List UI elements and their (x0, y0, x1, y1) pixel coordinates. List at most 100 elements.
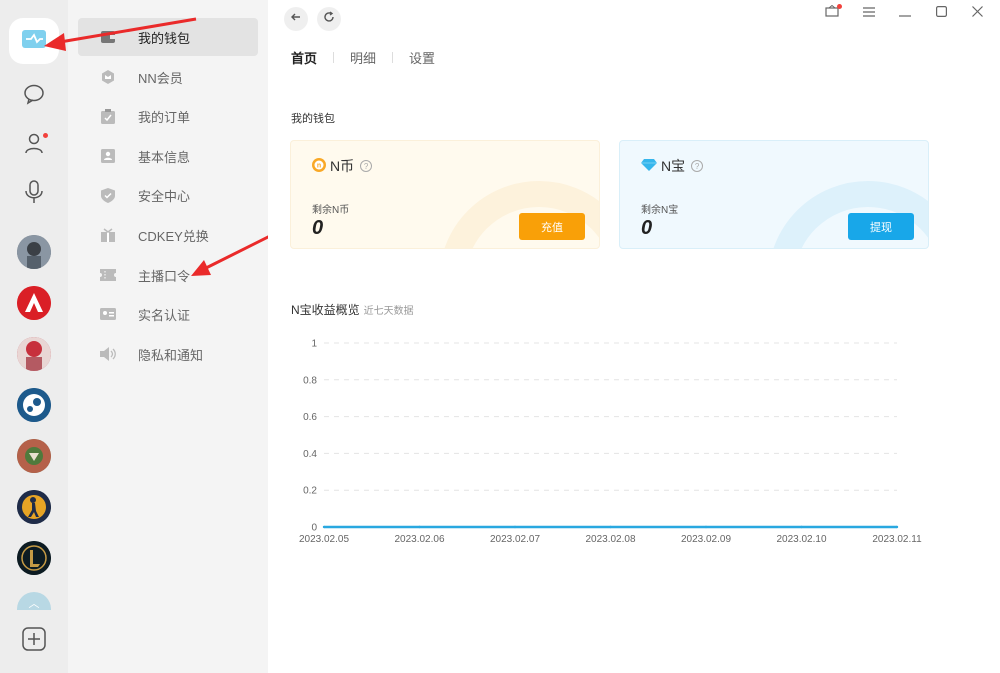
hamburger-icon (863, 4, 875, 22)
game-icon-lol[interactable] (17, 541, 51, 575)
card-title: N币 (330, 158, 355, 174)
nbao-balance: 0 (641, 217, 653, 239)
menu-item-real-name[interactable]: 实名认证 (78, 295, 258, 333)
y-tick-label: 0.2 (303, 486, 317, 497)
game-icon-gta[interactable] (17, 439, 51, 473)
settings-menu: 我的钱包 NN会员 我的订单 基本信息 安全中心 CDKEY兑换 主播口令 实名… (68, 0, 268, 673)
chat-nav-button[interactable] (14, 76, 54, 116)
menu-item-streamer-code[interactable]: 主播口令 (78, 256, 258, 294)
minimize-icon (899, 4, 911, 22)
wallet-icon (21, 28, 47, 55)
user-icon (23, 132, 45, 159)
menu-button[interactable] (860, 4, 878, 22)
game-icon-steam[interactable] (17, 388, 51, 422)
menu-item-wallet[interactable]: 我的钱包 (78, 18, 258, 56)
tab-home[interactable]: 首页 (291, 48, 317, 67)
minimize-button[interactable] (896, 4, 914, 22)
chat-icon (23, 83, 45, 110)
y-tick-label: 0.8 (303, 375, 317, 386)
order-icon (100, 108, 116, 124)
menu-item-cdkey[interactable]: CDKEY兑换 (78, 216, 258, 254)
n-bao-card: N宝 ? 剩余N宝 0 提现 (619, 140, 929, 249)
add-game-button[interactable] (14, 621, 54, 661)
crown-icon (100, 69, 116, 85)
game-icon-apex[interactable] (17, 286, 51, 320)
data-point (895, 525, 899, 529)
help-icon[interactable]: ? (360, 160, 373, 172)
wallet-nav-button[interactable] (9, 18, 59, 64)
maximize-icon (935, 4, 947, 22)
withdraw-button[interactable]: 提现 (848, 213, 914, 240)
menu-item-label: 隐私和通知 (138, 347, 204, 363)
menu-item-label: 实名认证 (138, 307, 191, 323)
data-point (704, 525, 708, 529)
close-icon (971, 4, 983, 22)
menu-item-label: CDKEY兑换 (138, 228, 209, 244)
x-tick-label: 2023.02.10 (776, 534, 826, 545)
close-button[interactable] (968, 4, 986, 22)
notification-dot (43, 133, 48, 138)
data-point (322, 525, 326, 529)
notification-dot (837, 4, 842, 9)
tab-divider (333, 52, 335, 63)
refresh-icon (323, 10, 335, 28)
x-tick-label: 2023.02.08 (585, 534, 635, 545)
y-tick-label: 0.4 (303, 449, 317, 460)
help-icon[interactable]: ? (691, 160, 704, 172)
card-subtitle: 剩余N宝 (641, 205, 679, 216)
chart-subtitle: 近七天数据 (363, 306, 414, 317)
y-tick-label: 1 (311, 339, 317, 350)
menu-item-orders[interactable]: 我的订单 (78, 97, 258, 135)
microphone-icon (23, 179, 45, 209)
diamond-icon (641, 158, 657, 174)
tab-bar: 首页 明细 设置 (291, 48, 435, 67)
icon-rail: ︿ (0, 0, 68, 673)
data-point (418, 525, 421, 529)
menu-item-label: 基本信息 (138, 149, 191, 165)
shield-icon (100, 187, 116, 203)
menu-item-basic-info[interactable]: 基本信息 (78, 137, 258, 175)
section-title: 我的钱包 (291, 113, 335, 125)
x-tick-label: 2023.02.05 (299, 534, 349, 545)
menu-item-label: 主播口令 (138, 268, 191, 284)
x-tick-label: 2023.02.07 (490, 534, 540, 545)
id-card-icon (100, 306, 116, 322)
arrow-left-icon (290, 10, 302, 28)
menu-item-nn-member[interactable]: NN会员 (78, 58, 258, 96)
menu-item-privacy[interactable]: 隐私和通知 (78, 335, 258, 373)
y-tick-label: 0 (311, 523, 317, 534)
menu-item-security[interactable]: 安全中心 (78, 176, 258, 214)
x-tick-label: 2023.02.06 (394, 534, 444, 545)
main-panel: 首页 明细 设置 我的钱包 n N币 ? 剩余N币 0 充值 N宝 ? 剩余N宝… (268, 0, 1000, 673)
menu-item-label: 我的钱包 (138, 30, 191, 46)
recharge-button[interactable]: 充值 (519, 213, 585, 240)
data-point (609, 525, 612, 529)
data-point (513, 525, 517, 529)
back-button[interactable] (284, 7, 308, 31)
tab-details[interactable]: 明细 (350, 48, 376, 67)
chart-title: N宝收益概览 近七天数据 (291, 301, 414, 318)
maximize-button[interactable] (932, 4, 950, 22)
game-icon-pubg[interactable] (17, 235, 51, 269)
y-tick-label: 0.6 (303, 412, 317, 423)
gift-box-button[interactable] (823, 4, 842, 22)
gift-icon (100, 227, 116, 243)
tab-divider (392, 52, 394, 63)
refresh-button[interactable] (317, 7, 341, 31)
menu-item-label: 安全中心 (138, 188, 191, 204)
x-tick-label: 2023.02.11 (872, 534, 922, 545)
voice-nav-button[interactable] (14, 174, 54, 214)
wallet-icon (100, 29, 116, 45)
card-subtitle: 剩余N币 (312, 205, 350, 216)
earnings-line-chart: 0 0.2 0.4 0.6 0.8 1 2023.02.05 2023.02.06 2023.0… (299, 339, 922, 546)
ticket-icon (100, 267, 116, 283)
scroll-up-button[interactable]: ︿ (17, 592, 51, 610)
data-point (800, 525, 803, 529)
game-icon-csgo[interactable] (17, 490, 51, 524)
card-title: N宝 (661, 158, 686, 174)
x-tick-label: 2023.02.09 (681, 534, 731, 545)
coin-balance: 0 (312, 217, 324, 239)
friends-nav-button[interactable] (14, 125, 54, 165)
game-icon-3[interactable] (17, 337, 51, 371)
tab-settings[interactable]: 设置 (409, 48, 435, 67)
